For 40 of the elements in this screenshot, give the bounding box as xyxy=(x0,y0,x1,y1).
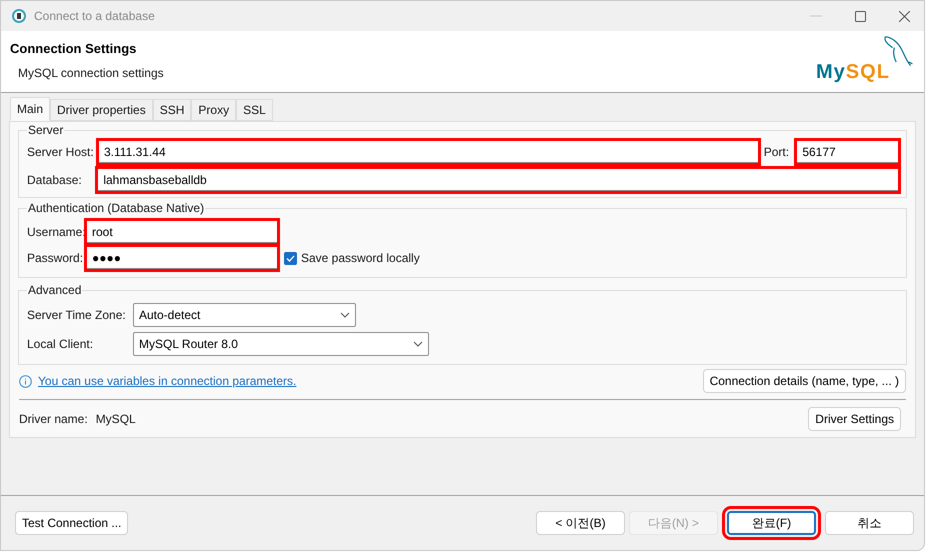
chevron-down-icon xyxy=(413,341,423,347)
test-connection-button[interactable]: Test Connection ... xyxy=(15,511,128,535)
driver-label: Driver name: xyxy=(19,411,88,428)
logo-text: SQL xyxy=(846,61,890,83)
tab[interactable]: SSL xyxy=(236,99,273,121)
logo-text: My xyxy=(816,61,846,83)
chevron-down-icon xyxy=(340,312,350,318)
field-label: Local Client: xyxy=(27,336,94,353)
tab[interactable]: Main xyxy=(10,97,50,121)
input-field[interactable]: root xyxy=(87,221,277,243)
input-field[interactable]: 56177 xyxy=(797,141,898,163)
app-icon xyxy=(11,8,27,24)
tab[interactable]: Proxy xyxy=(191,99,236,121)
header-title: Connection Settings xyxy=(10,40,138,58)
driver-name: MySQL xyxy=(96,411,136,428)
field-label: Database: xyxy=(27,172,83,189)
maximize-icon[interactable] xyxy=(855,10,866,22)
tab[interactable]: SSH xyxy=(152,99,192,121)
tab[interactable]: Driver properties xyxy=(50,99,153,121)
dropdown[interactable]: Auto-detect xyxy=(133,303,356,327)
window-title: Connect to a database xyxy=(34,8,156,25)
input-field[interactable]: ●●●● xyxy=(87,247,277,269)
field-label: Username: xyxy=(27,224,83,241)
field-label: Server Host: xyxy=(27,144,93,161)
field-label: Port: xyxy=(764,144,790,161)
group-legend: Authentication (Database Native) xyxy=(27,200,206,216)
header-subtitle: MySQL connection settings xyxy=(18,64,164,82)
field-label: Password: xyxy=(27,250,83,267)
save-password-checkbox[interactable]: Save password locally xyxy=(284,249,420,267)
connection-details-button[interactable]: Connection details (name, type, ... ) xyxy=(702,369,906,393)
close-icon[interactable] xyxy=(899,10,910,22)
info-icon xyxy=(19,374,32,388)
driver-settings-button[interactable]: Driver Settings xyxy=(808,407,901,431)
dropdown[interactable]: MySQL Router 8.0 xyxy=(133,332,429,356)
field-label: Server Time Zone: xyxy=(27,307,127,324)
variables-link[interactable]: You can use variables in connection parameters. xyxy=(38,372,296,390)
wizard-button[interactable]: 취소 xyxy=(825,511,914,535)
wizard-button[interactable]: < 이전(B) xyxy=(536,511,625,535)
input-field[interactable]: lahmansbaseballdb xyxy=(98,169,898,191)
input-field[interactable]: 3.111.31.44 xyxy=(99,141,758,163)
